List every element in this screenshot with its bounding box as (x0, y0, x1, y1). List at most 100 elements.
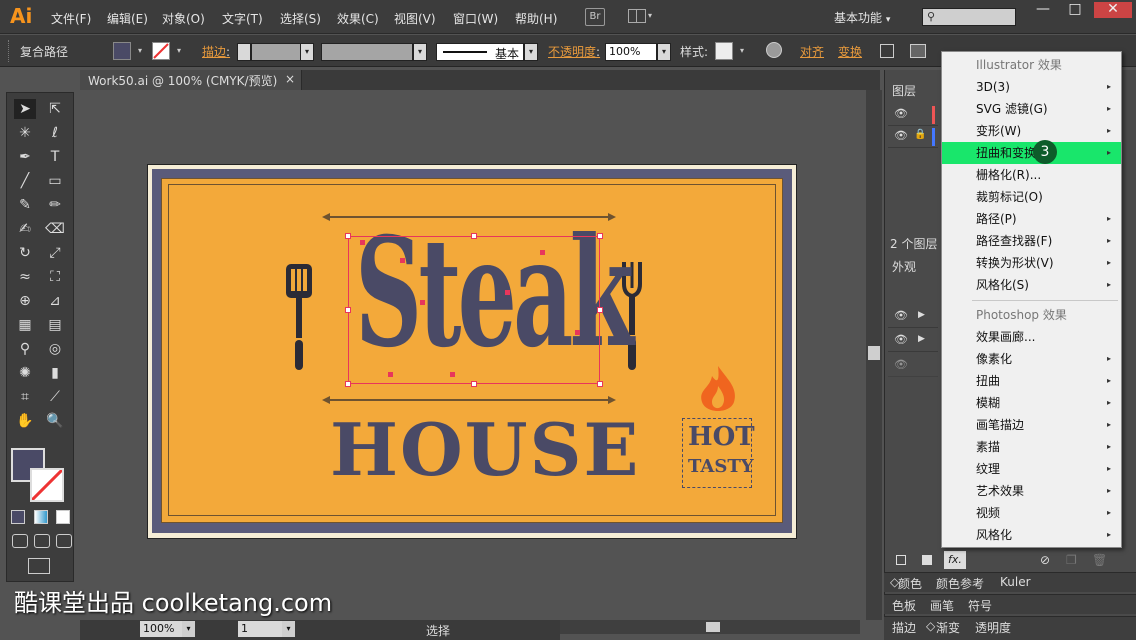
profile-dropdown-icon[interactable]: ▾ (413, 43, 427, 61)
menu-object[interactable]: 对象(O) (162, 10, 205, 27)
none-mode-icon[interactable] (56, 510, 70, 524)
menu-item-blur[interactable]: 模糊 ▸ (942, 392, 1121, 414)
color-panel-tab[interactable]: 颜色 (898, 575, 922, 592)
menu-item-convert-to-shape[interactable]: 转换为形状(V) ▸ (942, 252, 1121, 274)
handle-middle-left[interactable] (345, 307, 351, 313)
menu-item-pixelate[interactable]: 像素化 ▸ (942, 348, 1121, 370)
stroke-swatch[interactable] (152, 42, 170, 60)
stroke-weight-input[interactable] (251, 43, 301, 61)
menu-item-rasterize[interactable]: 栅格化(R)... (942, 164, 1121, 186)
menu-item-distort[interactable]: 扭曲 ▸ (942, 370, 1121, 392)
gradient-icon[interactable]: ▤ (44, 315, 66, 335)
menu-help[interactable]: 帮助(H) (515, 10, 557, 27)
eraser-icon[interactable]: ⌫ (44, 219, 66, 239)
gradient-mode-icon[interactable] (34, 510, 48, 524)
fill-dropdown-icon[interactable]: ▾ (133, 43, 147, 61)
menu-type[interactable]: 文字(T) (222, 10, 263, 27)
draw-normal-icon[interactable] (12, 534, 28, 548)
menu-item-distort-transform[interactable]: 扭曲和变换 ▸ (942, 142, 1121, 164)
color-mode-icon[interactable] (11, 510, 25, 524)
add-stroke-icon[interactable] (896, 555, 906, 565)
paintbrush-icon[interactable]: ✎ (14, 195, 36, 215)
visibility-eye-icon[interactable]: 👁 (894, 129, 908, 142)
rectangle-icon[interactable]: ▭ (44, 171, 66, 191)
artboard-icon[interactable]: ⌗ (14, 387, 36, 407)
artboard-dropdown-icon[interactable]: ▾ (282, 621, 295, 637)
hand-icon[interactable]: ✋ (14, 411, 36, 431)
anchor-point[interactable] (400, 258, 405, 263)
delete-item-icon[interactable]: 🗑 (1092, 553, 1107, 567)
eyedropper-icon[interactable]: ⚲ (14, 339, 36, 359)
document-tab[interactable]: Work50.ai @ 100% (CMYK/预览) × (80, 70, 302, 90)
style-dropdown-icon[interactable]: ▾ (735, 43, 749, 61)
menu-item-artistic[interactable]: 艺术效果 ▸ (942, 480, 1121, 502)
draw-behind-icon[interactable] (34, 534, 50, 548)
stroke-weight-stepper[interactable] (237, 43, 251, 61)
stroke-weight-dropdown-icon[interactable]: ▾ (300, 43, 314, 61)
brush-definition-select[interactable]: 基本 (436, 43, 524, 61)
brushes-tab[interactable]: 画笔 (930, 597, 954, 614)
anchor-point[interactable] (388, 372, 393, 377)
handle-bottom-right[interactable] (597, 381, 603, 387)
clear-appearance-icon[interactable]: ⊘ (1040, 553, 1050, 567)
shape-builder-icon[interactable]: ⊕ (14, 291, 36, 311)
visibility-eye-icon[interactable]: 👁 (894, 309, 908, 322)
visibility-eye-icon[interactable]: 👁 (894, 358, 908, 371)
anchor-point[interactable] (540, 250, 545, 255)
menu-view[interactable]: 视图(V) (394, 10, 436, 27)
layer-row[interactable]: 👁 🔒 (888, 126, 938, 148)
maximize-button[interactable]: □ (1060, 2, 1090, 18)
close-tab-icon[interactable]: × (285, 72, 295, 86)
menu-window[interactable]: 窗口(W) (453, 10, 498, 27)
screen-mode-icon[interactable] (28, 558, 50, 574)
visibility-eye-icon[interactable]: 👁 (894, 333, 908, 346)
graphic-style-swatch[interactable] (715, 42, 733, 60)
menu-item-stylize[interactable]: 风格化(S) ▸ (942, 274, 1121, 296)
draw-inside-icon[interactable] (56, 534, 72, 548)
handle-middle-right[interactable] (597, 307, 603, 313)
blob-brush-icon[interactable]: ✍ (14, 219, 36, 239)
brush-dropdown-icon[interactable]: ▾ (524, 43, 538, 61)
opacity-input[interactable]: 100% (605, 43, 657, 61)
lock-icon[interactable]: 🔒 (914, 129, 926, 140)
menu-file[interactable]: 文件(F) (51, 10, 91, 27)
recolor-artwork-icon[interactable] (766, 42, 782, 58)
variable-width-profile[interactable] (321, 43, 413, 61)
perspective-icon[interactable]: ⊿ (44, 291, 66, 311)
select-similar-icon[interactable] (910, 44, 926, 58)
menu-select[interactable]: 选择(S) (280, 10, 321, 27)
zoom-dropdown-icon[interactable]: ▾ (182, 621, 195, 637)
mesh-icon[interactable]: ▦ (14, 315, 36, 335)
color-guide-tab[interactable]: 颜色参考 (936, 575, 984, 592)
menu-item-3d[interactable]: 3D(3) ▸ (942, 76, 1121, 98)
pencil-icon[interactable]: ✏ (44, 195, 66, 215)
menu-effect[interactable]: 效果(C) (337, 10, 379, 27)
layers-panel-tab[interactable]: 图层 (892, 82, 916, 99)
anchor-point[interactable] (450, 372, 455, 377)
stroke-tab[interactable]: 描边 (892, 619, 916, 636)
menu-item-stylize-ps[interactable]: 风格化 ▸ (942, 524, 1121, 546)
kuler-tab[interactable]: Kuler (1000, 575, 1031, 589)
expand-arrow-icon[interactable]: ▶ (918, 334, 925, 344)
handle-bottom-center[interactable] (471, 381, 477, 387)
zoom-input[interactable]: 100% (140, 621, 182, 637)
add-fill-icon[interactable] (922, 555, 932, 565)
workspace-switcher[interactable]: 基本功能 ▾ (834, 9, 890, 26)
expand-arrow-icon[interactable]: ▶ (918, 310, 925, 320)
type-icon[interactable]: T (44, 147, 66, 167)
artboard-number-input[interactable]: 1 (238, 621, 282, 637)
gradient-tab[interactable]: 渐变 (936, 619, 960, 636)
appearance-panel-tab[interactable]: 外观 (892, 258, 916, 275)
symbols-tab[interactable]: 符号 (968, 597, 992, 614)
arrange-dropdown-icon[interactable]: ▾ (648, 11, 652, 20)
anchor-point[interactable] (575, 330, 580, 335)
stroke-color-box[interactable] (30, 468, 64, 502)
appearance-row[interactable]: 👁 ▶ (888, 306, 938, 328)
menu-item-sketch[interactable]: 素描 ▸ (942, 436, 1121, 458)
vertical-scroll-thumb[interactable] (868, 346, 880, 360)
duplicate-item-icon[interactable]: ❐ (1066, 553, 1077, 567)
menu-item-svg-filters[interactable]: SVG 滤镜(G) ▸ (942, 98, 1121, 120)
blend-icon[interactable]: ◎ (44, 339, 66, 359)
menu-item-effect-gallery[interactable]: 效果画廊... (942, 326, 1121, 348)
stroke-dropdown-icon[interactable]: ▾ (172, 43, 186, 61)
